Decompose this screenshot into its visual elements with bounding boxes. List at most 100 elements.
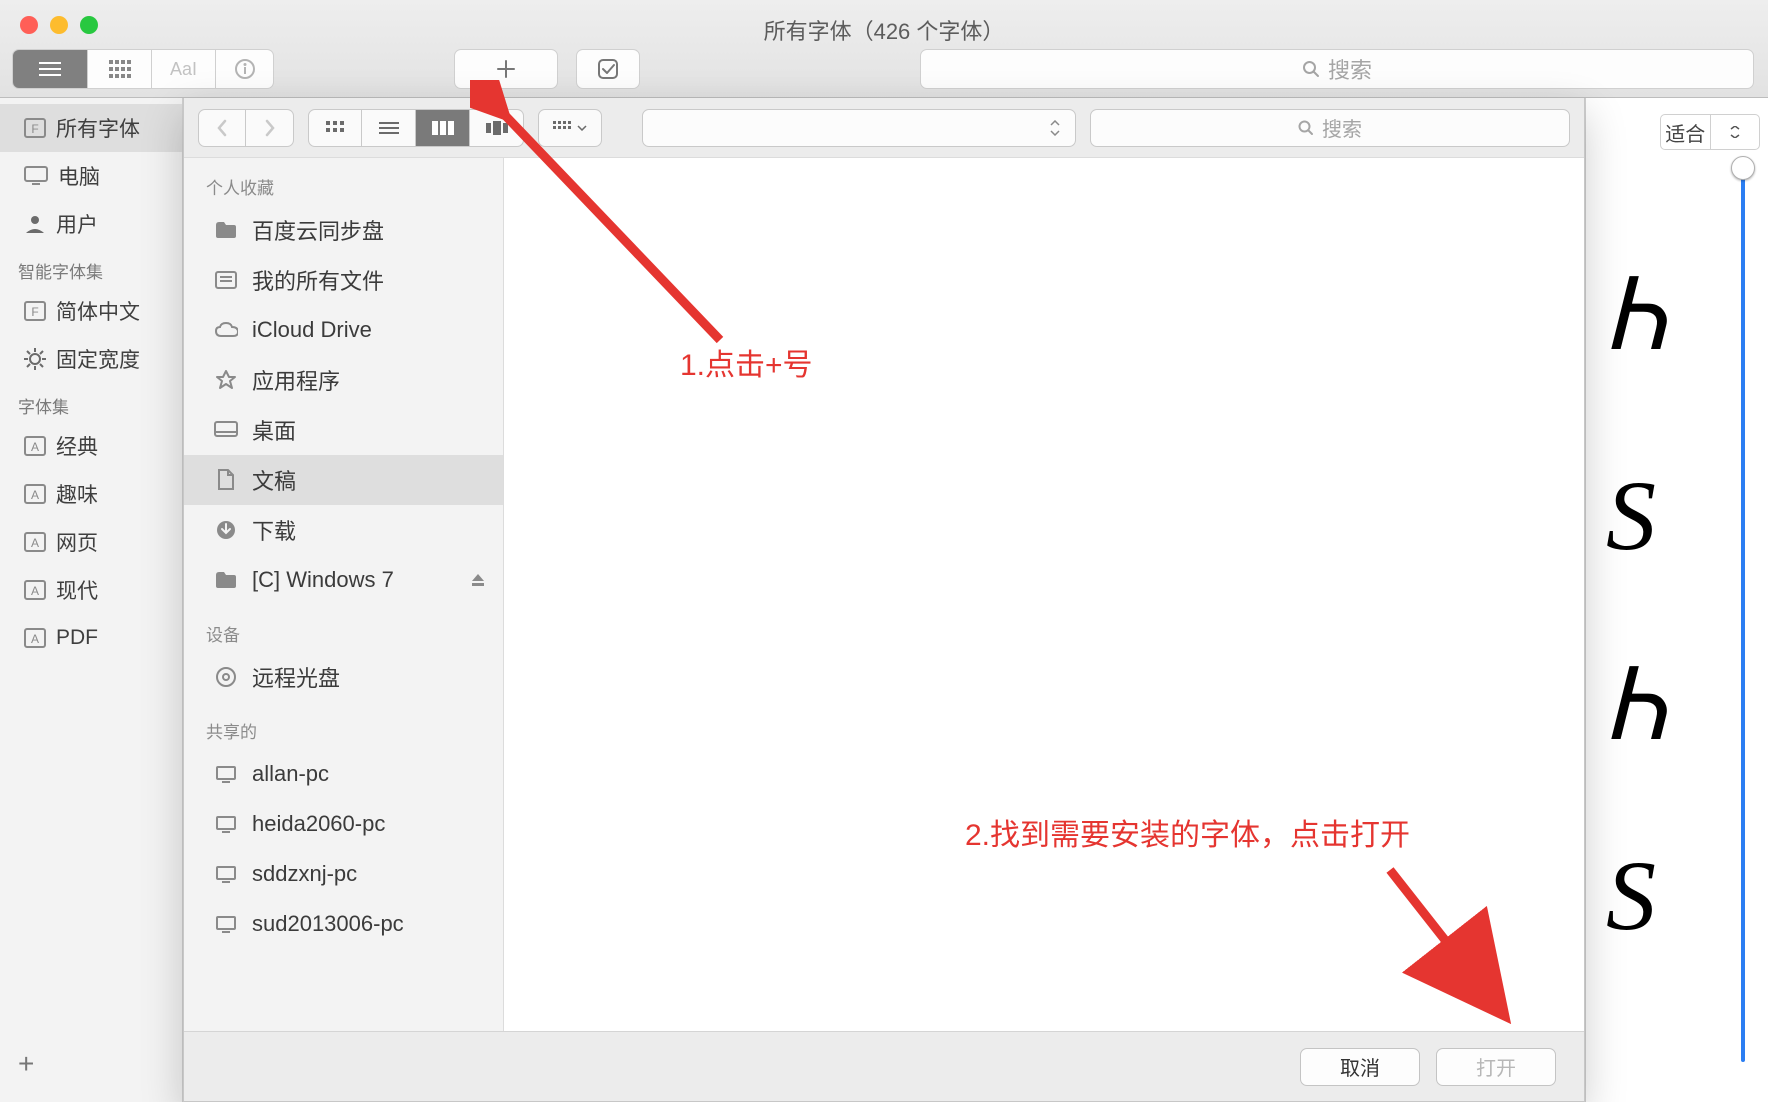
- window-toolbar: 所有字体（426 个字体） AaI: [0, 0, 1768, 98]
- open-button[interactable]: 打开: [1436, 1048, 1556, 1086]
- chevron-left-icon: [215, 119, 229, 137]
- grid-icon: [109, 60, 131, 78]
- finder-dev-remote-disc[interactable]: 远程光盘: [184, 652, 503, 702]
- collection-icon: [24, 213, 46, 235]
- svg-text:A: A: [31, 440, 39, 454]
- finder-item-label: 我的所有文件: [252, 264, 384, 296]
- arrange-button[interactable]: [538, 109, 602, 147]
- view-sample-button[interactable]: [12, 49, 88, 89]
- dialog-search-field[interactable]: 搜索: [1090, 109, 1570, 147]
- preview-letters: Ꮒ S Ꮒ S: [1586, 218, 1718, 1090]
- finder-item-label: heida2060-pc: [252, 811, 385, 837]
- sidebar-item-label: 简体中文: [56, 296, 140, 326]
- finder-fav-baidu[interactable]: 百度云同步盘: [184, 205, 503, 255]
- svg-text:A: A: [31, 632, 39, 646]
- set-icon: A: [24, 436, 46, 456]
- sidebar-item-modern[interactable]: A 现代: [0, 566, 182, 614]
- svg-text:F: F: [31, 305, 38, 319]
- finder-fav-windows7[interactable]: [C] Windows 7: [184, 555, 503, 605]
- eject-icon[interactable]: [471, 567, 485, 593]
- view-custom-button[interactable]: AaI: [152, 49, 216, 89]
- finder-item-label: 远程光盘: [252, 661, 340, 693]
- finder-item-label: 桌面: [252, 414, 296, 446]
- finder-content[interactable]: [504, 158, 1584, 1031]
- finder-item-label: 应用程序: [252, 364, 340, 396]
- pc-icon: [214, 815, 238, 833]
- annotation-text-1: 1.点击+号: [680, 340, 813, 384]
- window-title: 所有字体（426 个字体）: [0, 14, 1768, 46]
- sidebar-item-web[interactable]: A网页: [0, 518, 182, 566]
- finder-fav-documents[interactable]: 文稿: [184, 455, 503, 505]
- finder-item-label: 下载: [252, 514, 296, 546]
- add-collection-button[interactable]: +: [18, 1048, 34, 1080]
- size-slider[interactable]: [1736, 168, 1750, 1062]
- validate-button[interactable]: [576, 49, 640, 89]
- view-list-button[interactable]: [362, 109, 416, 147]
- sidebar-item-label: 用户: [56, 209, 98, 239]
- finder-fav-allfiles[interactable]: 我的所有文件: [184, 255, 503, 305]
- search-icon: [1302, 60, 1320, 78]
- view-coverflow-button[interactable]: [470, 109, 524, 147]
- finder-fav-downloads[interactable]: 下载: [184, 505, 503, 555]
- preview-glyph: Ꮒ: [1606, 258, 1666, 374]
- sidebar-item-label: PDF: [56, 626, 98, 650]
- sidebar-item-all-fonts[interactable]: F 所有字体: [0, 104, 182, 152]
- preview-panel: 适合 Ꮒ S Ꮒ S: [1585, 98, 1768, 1102]
- sidebar-item-label: 固定宽度: [56, 344, 140, 374]
- cloud-icon: [214, 321, 238, 339]
- sidebar-item-computer[interactable]: 电脑: [0, 152, 182, 200]
- view-icon-button[interactable]: [308, 109, 362, 147]
- sidebar-item-simplified-chinese[interactable]: F 简体中文: [0, 287, 182, 335]
- fit-select[interactable]: 适合: [1660, 114, 1760, 150]
- smart-icon: [24, 348, 46, 370]
- slider-thumb[interactable]: [1731, 156, 1755, 180]
- svg-text:F: F: [31, 122, 38, 136]
- set-icon: A: [24, 580, 46, 600]
- view-repertoire-button[interactable]: [88, 49, 152, 89]
- folder-icon: [214, 221, 238, 239]
- finder-fav-icloud[interactable]: iCloud Drive: [184, 305, 503, 355]
- finder-shared-allan-pc[interactable]: allan-pc: [184, 749, 503, 799]
- chevron-down-icon: [577, 125, 587, 131]
- search-icon: [1298, 120, 1314, 136]
- sidebar-item-fun[interactable]: A趣味: [0, 470, 182, 518]
- dialog-search-placeholder: 搜索: [1322, 113, 1362, 142]
- annotation-text-2: 2.找到需要安装的字体，点击打开: [965, 810, 1410, 854]
- back-button[interactable]: [198, 109, 246, 147]
- fit-select-label: 适合: [1661, 115, 1710, 149]
- finder-shared-sud2013006-pc[interactable]: sud2013006-pc: [184, 899, 503, 949]
- allfiles-icon: [214, 271, 238, 289]
- preview-glyph: S: [1606, 458, 1656, 573]
- pc-icon: [214, 865, 238, 883]
- dialog-body: 个人收藏 百度云同步盘我的所有文件iCloud Drive应用程序桌面文稿下载[…: [184, 158, 1584, 1031]
- info-icon: [234, 58, 256, 80]
- set-icon: A: [24, 484, 46, 504]
- finder-item-label: sddzxnj-pc: [252, 861, 357, 887]
- sidebar-item-label: 现代: [56, 575, 98, 605]
- add-fonts-button[interactable]: [454, 49, 558, 89]
- finder-fav-desktop[interactable]: 桌面: [184, 405, 503, 455]
- cancel-button[interactable]: 取消: [1300, 1048, 1420, 1086]
- sidebar-item-label: 经典: [56, 431, 98, 461]
- disc-icon: [214, 666, 238, 688]
- finder-heading-shared: 共享的: [184, 702, 503, 749]
- arrange-icon: [553, 121, 571, 135]
- forward-button[interactable]: [246, 109, 294, 147]
- view-columns-button[interactable]: [416, 109, 470, 147]
- sidebar-item-user[interactable]: 用户: [0, 200, 182, 248]
- collection-icon: [24, 166, 48, 186]
- finder-item-label: 文稿: [252, 464, 296, 496]
- sidebar-item-pdf[interactable]: A PDF: [0, 614, 182, 662]
- finder-shared-sddzxnj-pc[interactable]: sddzxnj-pc: [184, 849, 503, 899]
- view-info-button[interactable]: [216, 49, 274, 89]
- search-field[interactable]: 搜索: [920, 49, 1754, 89]
- set-icon: A: [24, 532, 46, 552]
- sidebar-item-label: 所有字体: [56, 113, 140, 143]
- sidebar-item-classic[interactable]: A 经典: [0, 422, 182, 470]
- finder-fav-applications[interactable]: 应用程序: [184, 355, 503, 405]
- slider-track: [1741, 168, 1745, 1062]
- chevron-down-icon: [1710, 115, 1760, 149]
- path-dropdown[interactable]: [642, 109, 1076, 147]
- finder-shared-heida2060-pc[interactable]: heida2060-pc: [184, 799, 503, 849]
- sidebar-item-fixed-width[interactable]: 固定宽度: [0, 335, 182, 383]
